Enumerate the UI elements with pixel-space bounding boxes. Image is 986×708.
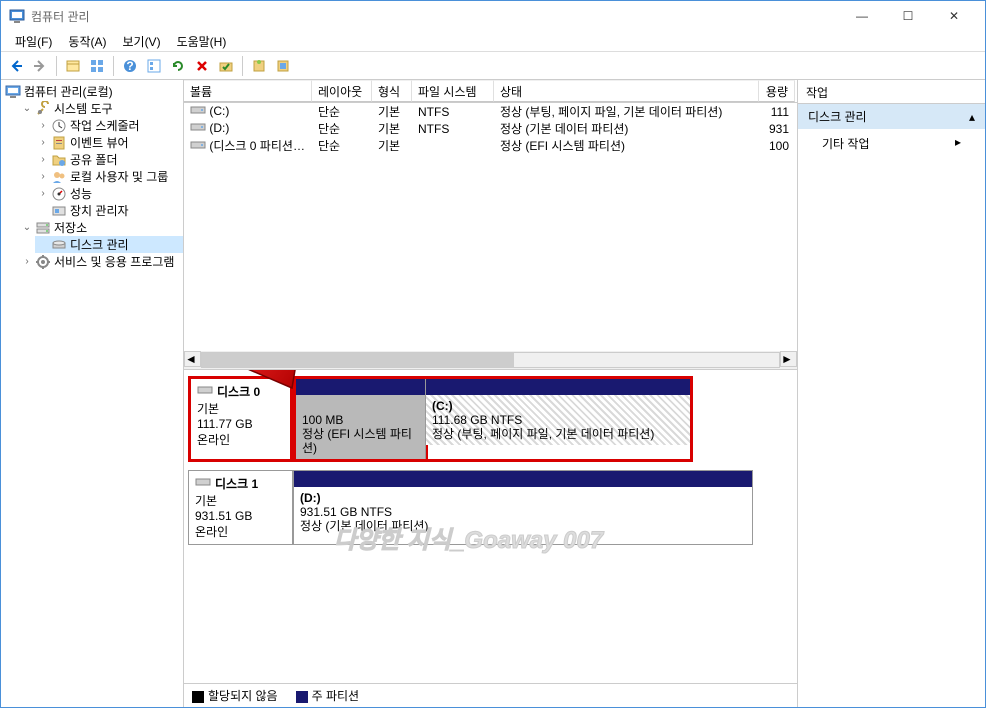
- column-headers: 볼륨 레이아웃 형식 파일 시스템 상태 용량: [184, 80, 797, 103]
- expand-icon[interactable]: ›: [21, 256, 33, 268]
- disk-0-partition-0[interactable]: 100 MB 정상 (EFI 시스템 파티션): [296, 379, 426, 459]
- titlebar: 컴퓨터 관리 — ☐ ✕: [1, 1, 985, 31]
- toolbar-btn-2[interactable]: [86, 55, 108, 77]
- disk-icon: [197, 384, 213, 399]
- disk-0-info[interactable]: 디스크 0 기본 111.77 GB 온라인: [188, 376, 293, 462]
- col-volume[interactable]: 볼륨: [184, 80, 312, 102]
- volume-row[interactable]: (D:) 단순 기본 NTFS 정상 (기본 데이터 파티션) 931: [184, 120, 797, 137]
- tree-services[interactable]: › 서비스 및 응용 프로그램: [19, 253, 183, 270]
- scroll-left-button[interactable]: ◄: [184, 351, 201, 367]
- actions-section[interactable]: 디스크 관리 ▴: [798, 104, 985, 129]
- disk-1-partition-0[interactable]: (D:) 931.51 GB NTFS 정상 (기본 데이터 파티션): [294, 471, 752, 544]
- legend-primary-swatch: [296, 691, 308, 703]
- folder-icon: [51, 152, 67, 168]
- tools-icon: [35, 101, 51, 117]
- toolbar: ?: [1, 52, 985, 80]
- device-icon: [51, 203, 67, 219]
- delete-button[interactable]: [191, 55, 213, 77]
- tree-device-manager[interactable]: 장치 관리자: [35, 202, 183, 219]
- expand-icon[interactable]: ›: [37, 171, 49, 183]
- menu-view[interactable]: 보기(V): [114, 31, 168, 52]
- tree-event-viewer[interactable]: ›이벤트 뷰어: [35, 134, 183, 151]
- col-layout[interactable]: 레이아웃: [312, 80, 372, 102]
- back-button[interactable]: [5, 55, 27, 77]
- volume-row[interactable]: (C:) 단순 기본 NTFS 정상 (부팅, 페이지 파일, 기본 데이터 파…: [184, 103, 797, 120]
- legend: 할당되지 않음 주 파티션: [184, 683, 797, 707]
- tree-root[interactable]: 컴퓨터 관리(로컬): [3, 83, 183, 100]
- event-icon: [51, 135, 67, 151]
- clock-icon: [51, 118, 67, 134]
- disk-0-block: 디스크 0 기본 111.77 GB 온라인 100 MB 정상 (EFI 시스…: [188, 376, 793, 462]
- expand-icon[interactable]: ›: [37, 120, 49, 132]
- tree-storage[interactable]: ⌄ 저장소: [19, 219, 183, 236]
- menubar: 파일(F) 동작(A) 보기(V) 도움말(H): [1, 31, 985, 52]
- drive-icon: [190, 121, 206, 136]
- col-capacity[interactable]: 용량: [759, 80, 795, 102]
- window-title: 컴퓨터 관리: [31, 8, 839, 25]
- disk-icon: [195, 476, 211, 491]
- actions-panel: 작업 디스크 관리 ▴ 기타 작업 ▸: [798, 80, 985, 707]
- disk-0-partition-1[interactable]: (C:) 111.68 GB NTFS 정상 (부팅, 페이지 파일, 기본 데…: [426, 379, 690, 459]
- minimize-button[interactable]: —: [839, 1, 885, 31]
- help-button[interactable]: ?: [119, 55, 141, 77]
- toolbar-btn-4[interactable]: [143, 55, 165, 77]
- maximize-button[interactable]: ☐: [885, 1, 931, 31]
- scroll-thumb[interactable]: [202, 353, 514, 367]
- actions-header: 작업: [798, 80, 985, 104]
- tree-shared-folders[interactable]: ›공유 폴더: [35, 151, 183, 168]
- volume-row[interactable]: (디스크 0 파티션 1) 단순 기본 정상 (EFI 시스템 파티션) 100: [184, 137, 797, 154]
- toolbar-btn-7[interactable]: [248, 55, 270, 77]
- legend-unallocated-swatch: [192, 691, 204, 703]
- tree-task-scheduler[interactable]: ›작업 스케줄러: [35, 117, 183, 134]
- performance-icon: [51, 186, 67, 202]
- expand-icon[interactable]: ›: [37, 154, 49, 166]
- menu-action[interactable]: 동작(A): [60, 31, 114, 52]
- check-button[interactable]: [215, 55, 237, 77]
- arrow-right-icon: ▸: [955, 135, 961, 152]
- tree-system-tools[interactable]: ⌄ 시스템 도구: [19, 100, 183, 117]
- computer-icon: [5, 84, 21, 100]
- collapse-icon[interactable]: ⌄: [21, 222, 33, 234]
- tree-performance[interactable]: ›성능: [35, 185, 183, 202]
- expand-icon[interactable]: ›: [37, 188, 49, 200]
- scroll-right-button[interactable]: ►: [780, 351, 797, 367]
- tree-disk-management[interactable]: 디스크 관리: [35, 236, 183, 253]
- navigation-tree: 컴퓨터 관리(로컬) ⌄ 시스템 도구 ›작업 스케줄러 ›이벤트 뷰어 ›공유…: [1, 80, 184, 707]
- menu-file[interactable]: 파일(F): [7, 31, 60, 52]
- toolbar-btn-1[interactable]: [62, 55, 84, 77]
- app-icon: [9, 8, 25, 24]
- expand-icon[interactable]: ›: [37, 137, 49, 149]
- drive-icon: [190, 139, 206, 154]
- collapse-icon: ▴: [969, 110, 975, 124]
- col-status[interactable]: 상태: [494, 80, 759, 102]
- menu-help[interactable]: 도움말(H): [169, 31, 235, 52]
- forward-button[interactable]: [29, 55, 51, 77]
- refresh-button[interactable]: [167, 55, 189, 77]
- col-filesystem[interactable]: 파일 시스템: [412, 80, 494, 102]
- storage-icon: [35, 220, 51, 236]
- disk-icon: [51, 237, 67, 253]
- svg-text:?: ?: [126, 59, 133, 73]
- tree-local-users[interactable]: ›로컬 사용자 및 그룹: [35, 168, 183, 185]
- actions-more[interactable]: 기타 작업 ▸: [798, 129, 985, 158]
- close-button[interactable]: ✕: [931, 1, 977, 31]
- col-format[interactable]: 형식: [372, 80, 412, 102]
- drive-icon: [190, 104, 206, 119]
- volume-list: 볼륨 레이아웃 형식 파일 시스템 상태 용량 (C:) 단순 기본 NTFS …: [184, 80, 797, 370]
- services-icon: [35, 254, 51, 270]
- users-icon: [51, 169, 67, 185]
- collapse-icon[interactable]: ⌄: [21, 103, 33, 115]
- disk-graphical-view: 디스크 0 기본 111.77 GB 온라인 100 MB 정상 (EFI 시스…: [184, 370, 797, 683]
- toolbar-btn-8[interactable]: [272, 55, 294, 77]
- disk-1-info[interactable]: 디스크 1 기본 931.51 GB 온라인: [188, 470, 293, 545]
- disk-1-block: 디스크 1 기본 931.51 GB 온라인 (D:) 931.51 GB NT…: [188, 470, 793, 545]
- horizontal-scrollbar[interactable]: ◄ ►: [184, 351, 797, 369]
